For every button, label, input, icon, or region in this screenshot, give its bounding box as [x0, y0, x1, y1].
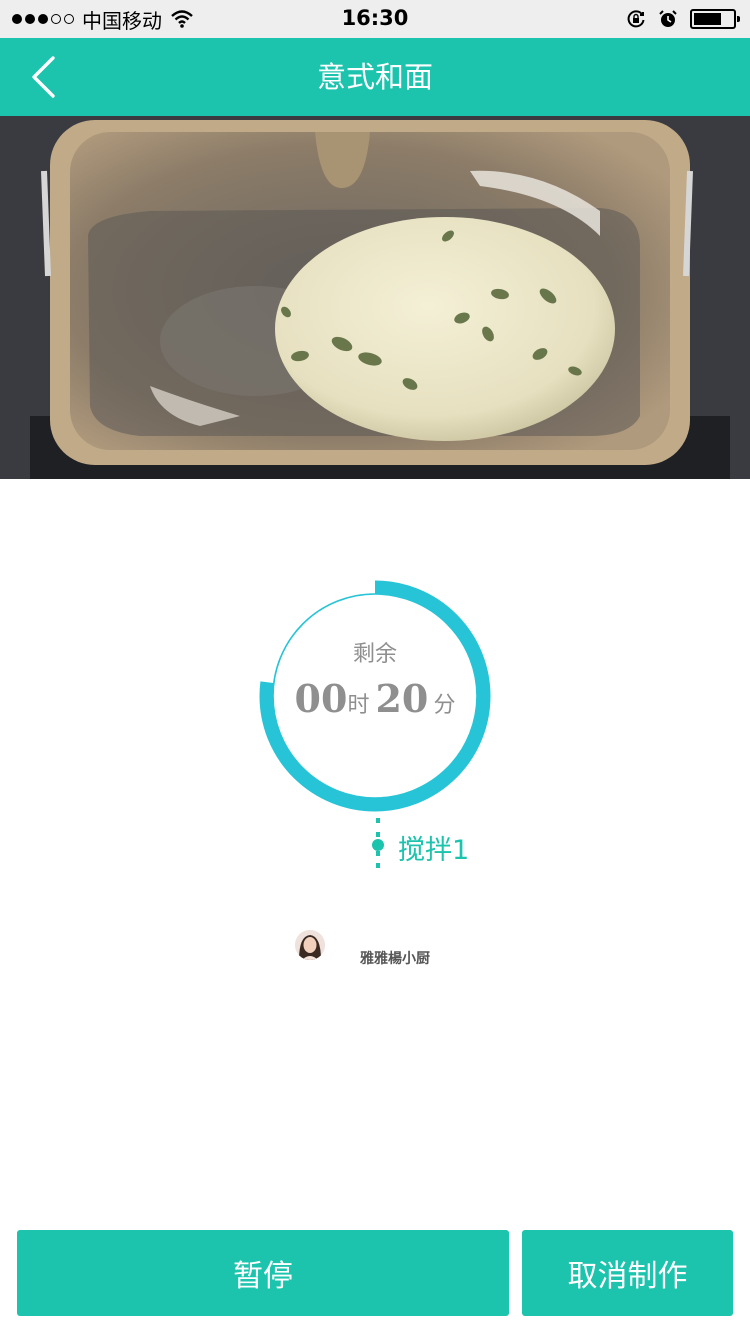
current-step: 搅拌1 — [398, 835, 470, 866]
battery-icon — [690, 9, 740, 29]
remaining-label: 剩余 — [352, 642, 397, 667]
author-avatar[interactable] — [295, 930, 325, 960]
orientation-lock-icon — [627, 10, 645, 28]
remaining-hours: 00 — [294, 676, 348, 721]
step-indicator-dot — [372, 839, 384, 851]
battery-level — [694, 13, 721, 25]
alarm-icon — [659, 10, 677, 27]
back-button[interactable] — [18, 52, 68, 102]
remaining-time: 00时 20 分 — [255, 676, 495, 721]
nav-bar: 意式和面 — [0, 38, 750, 116]
recipe-photo — [0, 116, 750, 479]
countdown-timer: 剩余 00时 20 分 — [255, 576, 495, 816]
remaining-minutes: 20 — [375, 676, 429, 721]
page-title: 意式和面 — [316, 60, 433, 94]
hours-unit: 时 — [347, 693, 370, 718]
author-name[interactable]: 雅雅楊小厨 — [360, 948, 430, 968]
pause-button[interactable]: 暂停 — [17, 1230, 509, 1316]
status-bar: 中国移动 16:30 — [0, 0, 750, 38]
cancel-making-button[interactable]: 取消制作 — [522, 1230, 733, 1316]
chevron-left-icon — [32, 56, 55, 98]
minutes-unit: 分 — [433, 693, 456, 718]
status-bar-right — [626, 6, 740, 32]
